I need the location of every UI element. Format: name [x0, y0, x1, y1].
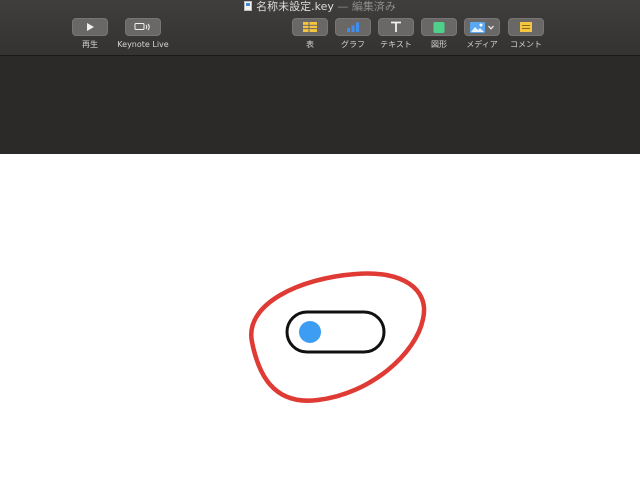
edited-status: — 編集済み [337, 0, 396, 13]
slide-drawing [249, 271, 427, 403]
comment-icon [520, 22, 532, 32]
text-icon [391, 21, 401, 32]
slide-canvas[interactable] [0, 154, 640, 499]
play-label: 再生 [82, 40, 98, 49]
keynote-live-button[interactable]: Keynote Live [117, 18, 169, 49]
canvas-background [0, 56, 640, 154]
chart-icon [347, 22, 359, 32]
comment-button[interactable]: コメント [500, 18, 552, 49]
keynote-live-icon [134, 23, 150, 31]
media-icon [470, 21, 485, 33]
window-title: 名称未設定.key — 編集済み [0, 0, 640, 14]
table-icon [303, 22, 317, 32]
keynote-live-label: Keynote Live [117, 40, 169, 49]
shape-icon [433, 21, 445, 33]
keynote-document-icon [244, 1, 253, 11]
document-name: 名称未設定.key [256, 0, 334, 13]
window-toolbar: 名称未設定.key — 編集済み 再生 Keynote Live 表 グラフ テ… [0, 0, 640, 56]
toggle-knob[interactable] [299, 321, 321, 343]
chevron-down-icon [488, 25, 494, 30]
play-button[interactable]: 再生 [64, 18, 116, 49]
comment-label: コメント [510, 40, 542, 49]
play-icon [87, 23, 94, 31]
